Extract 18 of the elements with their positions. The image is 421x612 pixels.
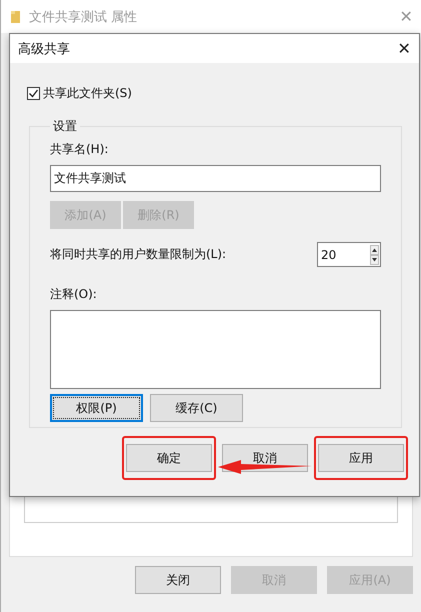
checkbox[interactable] (27, 87, 40, 100)
comment-field[interactable] (50, 310, 381, 389)
window-title: 文件共享测试 属性 (29, 8, 138, 26)
field-label: 将同时共享的用户数量限制为(L): (50, 246, 226, 263)
dialog-button[interactable]: 确定 (126, 444, 212, 472)
dialog-button[interactable]: 缓存(C) (150, 394, 243, 422)
close-button[interactable]: ✕ (389, 34, 419, 64)
number-spinner[interactable]: 20 (317, 242, 381, 267)
checkbox-label: 共享此文件夹(S) (43, 85, 132, 102)
field-label: 注释(O): (50, 286, 98, 303)
group-title: 设置 (52, 118, 78, 135)
dialog-title: 高级共享 (18, 40, 70, 58)
share-name-field[interactable]: 文件共享测试 (50, 165, 381, 192)
dialog-button[interactable]: 权限(P) (50, 394, 143, 422)
field-label: 共享名(H): (50, 141, 110, 158)
dialog-button[interactable]: 关闭 (135, 566, 221, 594)
dialog-button[interactable]: 应用 (318, 444, 404, 472)
folder-icon (11, 10, 21, 24)
